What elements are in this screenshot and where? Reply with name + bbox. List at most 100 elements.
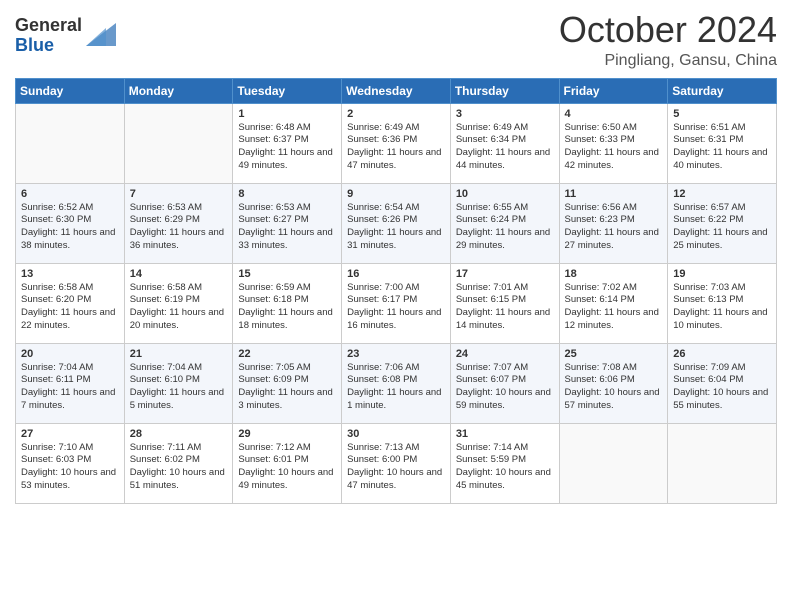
day-number: 7: [130, 188, 228, 200]
calendar-cell: 16Sunrise: 7:00 AMSunset: 6:17 PMDayligh…: [342, 263, 451, 343]
day-info: Sunrise: 7:13 AMSunset: 6:00 PMDaylight:…: [347, 442, 445, 493]
calendar-cell: 31Sunrise: 7:14 AMSunset: 5:59 PMDayligh…: [450, 423, 559, 503]
day-number: 26: [673, 348, 771, 360]
logo-blue: Blue: [15, 36, 82, 56]
weekday-header: Sunday: [16, 78, 125, 103]
header: General Blue October 2024 Pingliang, Gan…: [15, 10, 777, 70]
calendar-cell: 3 Sunrise: 6:49 AMSunset: 6:34 PMDaylight…: [450, 103, 559, 183]
day-info: Sunrise: 7:06 AMSunset: 6:08 PMDaylight:…: [347, 362, 445, 413]
day-number: 3: [456, 108, 554, 120]
calendar-cell: 21 Sunrise: 7:04 AMSunset: 6:10 PMDayligh…: [124, 343, 233, 423]
day-info: Sunrise: 7:05 AMSunset: 6:09 PMDaylight:…: [238, 362, 336, 413]
page: General Blue October 2024 Pingliang, Gan…: [0, 0, 792, 612]
calendar-cell: 22 Sunrise: 7:05 AMSunset: 6:09 PMDayligh…: [233, 343, 342, 423]
calendar-cell: 15Sunrise: 6:59 AMSunset: 6:18 PMDayligh…: [233, 263, 342, 343]
calendar-week-row: 20Sunrise: 7:04 AMSunset: 6:11 PMDayligh…: [16, 343, 777, 423]
calendar-cell: 2 Sunrise: 6:49 AMSunset: 6:36 PMDaylight…: [342, 103, 451, 183]
day-info: Sunrise: 6:53 AMSunset: 6:27 PMDaylight:…: [238, 202, 336, 253]
day-number: 25: [565, 348, 663, 360]
day-number: 29: [238, 428, 336, 440]
day-info: Sunrise: 6:58 AMSunset: 6:20 PMDaylight:…: [21, 282, 119, 333]
day-number: 24: [456, 348, 554, 360]
calendar-cell: 6 Sunrise: 6:52 AMSunset: 6:30 PMDaylight…: [16, 183, 125, 263]
day-info: Sunrise: 6:50 AMSunset: 6:33 PMDaylight:…: [565, 122, 663, 173]
day-number: 12: [673, 188, 771, 200]
day-number: 23: [347, 348, 445, 360]
logo-text: General Blue: [15, 16, 82, 56]
calendar-cell: 1Sunrise: 6:48 AMSunset: 6:37 PMDaylight…: [233, 103, 342, 183]
day-info: Sunrise: 7:04 AMSunset: 6:11 PMDaylight:…: [21, 362, 119, 413]
calendar-cell: 20Sunrise: 7:04 AMSunset: 6:11 PMDayligh…: [16, 343, 125, 423]
calendar-cell: 29 Sunrise: 7:12 AMSunset: 6:01 PMDayligh…: [233, 423, 342, 503]
day-info: Sunrise: 6:53 AMSunset: 6:29 PMDaylight:…: [130, 202, 228, 253]
calendar-cell: 4 Sunrise: 6:50 AMSunset: 6:33 PMDaylight…: [559, 103, 668, 183]
day-info: Sunrise: 6:57 AMSunset: 6:22 PMDaylight:…: [673, 202, 771, 253]
day-number: 18: [565, 268, 663, 280]
calendar-cell: 19 Sunrise: 7:03 AMSunset: 6:13 PMDayligh…: [668, 263, 777, 343]
day-info: Sunrise: 6:55 AMSunset: 6:24 PMDaylight:…: [456, 202, 554, 253]
day-number: 1: [238, 108, 336, 120]
day-number: 14: [130, 268, 228, 280]
weekday-header-row: SundayMondayTuesdayWednesdayThursdayFrid…: [16, 78, 777, 103]
calendar-cell: 24 Sunrise: 7:07 AMSunset: 6:07 PMDayligh…: [450, 343, 559, 423]
day-info: Sunrise: 7:11 AMSunset: 6:02 PMDaylight:…: [130, 442, 228, 493]
day-number: 17: [456, 268, 554, 280]
calendar-cell: [559, 423, 668, 503]
title-block: October 2024 Pingliang, Gansu, China: [559, 10, 777, 70]
calendar-cell: 13 Sunrise: 6:58 AMSunset: 6:20 PMDayligh…: [16, 263, 125, 343]
weekday-header: Wednesday: [342, 78, 451, 103]
day-info: Sunrise: 7:07 AMSunset: 6:07 PMDaylight:…: [456, 362, 554, 413]
day-info: Sunrise: 7:08 AMSunset: 6:06 PMDaylight:…: [565, 362, 663, 413]
day-number: 4: [565, 108, 663, 120]
logo: General Blue: [15, 16, 116, 56]
day-number: 2: [347, 108, 445, 120]
day-info: Sunrise: 7:09 AMSunset: 6:04 PMDaylight:…: [673, 362, 771, 413]
logo-general: General: [15, 16, 82, 36]
day-number: 22: [238, 348, 336, 360]
calendar-cell: 8 Sunrise: 6:53 AMSunset: 6:27 PMDaylight…: [233, 183, 342, 263]
calendar-cell: 28 Sunrise: 7:11 AMSunset: 6:02 PMDayligh…: [124, 423, 233, 503]
day-number: 31: [456, 428, 554, 440]
weekday-header: Saturday: [668, 78, 777, 103]
calendar-week-row: 27Sunrise: 7:10 AMSunset: 6:03 PMDayligh…: [16, 423, 777, 503]
day-number: 13: [21, 268, 119, 280]
day-info: Sunrise: 7:02 AMSunset: 6:14 PMDaylight:…: [565, 282, 663, 333]
calendar-week-row: 1Sunrise: 6:48 AMSunset: 6:37 PMDaylight…: [16, 103, 777, 183]
month-title: October 2024: [559, 10, 777, 50]
day-info: Sunrise: 7:00 AMSunset: 6:17 PMDaylight:…: [347, 282, 445, 333]
day-number: 11: [565, 188, 663, 200]
calendar-cell: 27Sunrise: 7:10 AMSunset: 6:03 PMDayligh…: [16, 423, 125, 503]
calendar-cell: 5 Sunrise: 6:51 AMSunset: 6:31 PMDaylight…: [668, 103, 777, 183]
day-info: Sunrise: 6:49 AMSunset: 6:34 PMDaylight:…: [456, 122, 554, 173]
calendar-cell: [16, 103, 125, 183]
day-info: Sunrise: 6:59 AMSunset: 6:18 PMDaylight:…: [238, 282, 336, 333]
day-info: Sunrise: 7:03 AMSunset: 6:13 PMDaylight:…: [673, 282, 771, 333]
day-number: 27: [21, 428, 119, 440]
day-number: 6: [21, 188, 119, 200]
calendar-cell: 14Sunrise: 6:58 AMSunset: 6:19 PMDayligh…: [124, 263, 233, 343]
calendar-cell: 11 Sunrise: 6:56 AMSunset: 6:23 PMDayligh…: [559, 183, 668, 263]
weekday-header: Thursday: [450, 78, 559, 103]
weekday-header: Tuesday: [233, 78, 342, 103]
day-number: 21: [130, 348, 228, 360]
day-number: 19: [673, 268, 771, 280]
calendar-cell: 25 Sunrise: 7:08 AMSunset: 6:06 PMDayligh…: [559, 343, 668, 423]
day-info: Sunrise: 7:12 AMSunset: 6:01 PMDaylight:…: [238, 442, 336, 493]
calendar-cell: 9Sunrise: 6:54 AMSunset: 6:26 PMDaylight…: [342, 183, 451, 263]
day-number: 8: [238, 188, 336, 200]
day-info: Sunrise: 6:52 AMSunset: 6:30 PMDaylight:…: [21, 202, 119, 253]
day-info: Sunrise: 6:49 AMSunset: 6:36 PMDaylight:…: [347, 122, 445, 173]
calendar-cell: 18 Sunrise: 7:02 AMSunset: 6:14 PMDayligh…: [559, 263, 668, 343]
day-number: 5: [673, 108, 771, 120]
day-number: 28: [130, 428, 228, 440]
day-info: Sunrise: 7:01 AMSunset: 6:15 PMDaylight:…: [456, 282, 554, 333]
day-info: Sunrise: 6:56 AMSunset: 6:23 PMDaylight:…: [565, 202, 663, 253]
calendar-cell: 23 Sunrise: 7:06 AMSunset: 6:08 PMDayligh…: [342, 343, 451, 423]
calendar-week-row: 13 Sunrise: 6:58 AMSunset: 6:20 PMDayligh…: [16, 263, 777, 343]
calendar-cell: 26 Sunrise: 7:09 AMSunset: 6:04 PMDayligh…: [668, 343, 777, 423]
calendar-cell: 7 Sunrise: 6:53 AMSunset: 6:29 PMDaylight…: [124, 183, 233, 263]
calendar-cell: [668, 423, 777, 503]
calendar-cell: 30Sunrise: 7:13 AMSunset: 6:00 PMDayligh…: [342, 423, 451, 503]
day-info: Sunrise: 7:04 AMSunset: 6:10 PMDaylight:…: [130, 362, 228, 413]
day-info: Sunrise: 6:51 AMSunset: 6:31 PMDaylight:…: [673, 122, 771, 173]
